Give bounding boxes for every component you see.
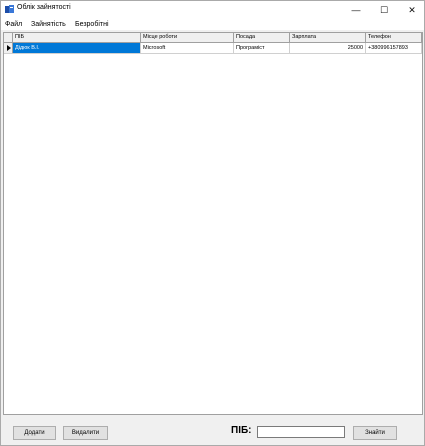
find-button[interactable]: Знайти [353,426,397,440]
maximize-button[interactable]: ☐ [373,1,395,19]
cell-name[interactable]: Дідюк В.І. [13,43,141,53]
minimize-button[interactable]: — [345,1,367,19]
column-header-name[interactable]: ПІБ [13,33,141,42]
cell-phone[interactable]: +380996157893 [366,43,422,53]
cell-position[interactable]: Програміст [234,43,290,53]
close-button[interactable]: ✕ [401,1,423,19]
table-row[interactable]: Дідюк В.І. Microsoft Програміст 25000 +3… [4,43,422,54]
column-header-position[interactable]: Посада [234,33,290,42]
row-indicator-header [4,33,13,42]
menu-unemployed[interactable]: Безробітні [75,21,109,28]
column-header-salary[interactable]: Зарплата [290,33,366,42]
cell-salary[interactable]: 25000 [290,43,366,53]
search-name-label: ПІБ: [231,425,252,436]
delete-button[interactable]: Видалити [63,426,108,440]
search-name-input[interactable] [257,426,345,438]
current-row-arrow-icon [7,45,11,51]
add-button[interactable]: Додати [13,426,56,440]
main-window: Облік зайнятості — ☐ ✕ Файл Зайнятість Б… [0,0,425,446]
title-bar: Облік зайнятості — ☐ ✕ [1,1,424,19]
current-row-indicator [4,43,13,53]
menu-file[interactable]: Файл [5,21,22,28]
menu-employment[interactable]: Зайнятість [31,21,66,28]
minimize-icon: — [351,5,361,15]
employment-table[interactable]: ПІБ Місце роботи Посада Зарплата Телефон… [3,32,423,415]
app-icon [5,5,14,13]
close-icon: ✕ [408,4,416,15]
cell-workplace[interactable]: Microsoft [141,43,234,53]
menu-bar: Файл Зайнятість Безробітні [1,19,424,30]
bottom-toolbar: Додати Видалити ПІБ: Знайти [1,415,424,445]
column-header-workplace[interactable]: Місце роботи [141,33,234,42]
column-header-phone[interactable]: Телефон [366,33,422,42]
window-title: Облік зайнятості [17,4,71,11]
table-header: ПІБ Місце роботи Посада Зарплата Телефон [4,33,422,43]
maximize-icon: ☐ [379,4,389,15]
